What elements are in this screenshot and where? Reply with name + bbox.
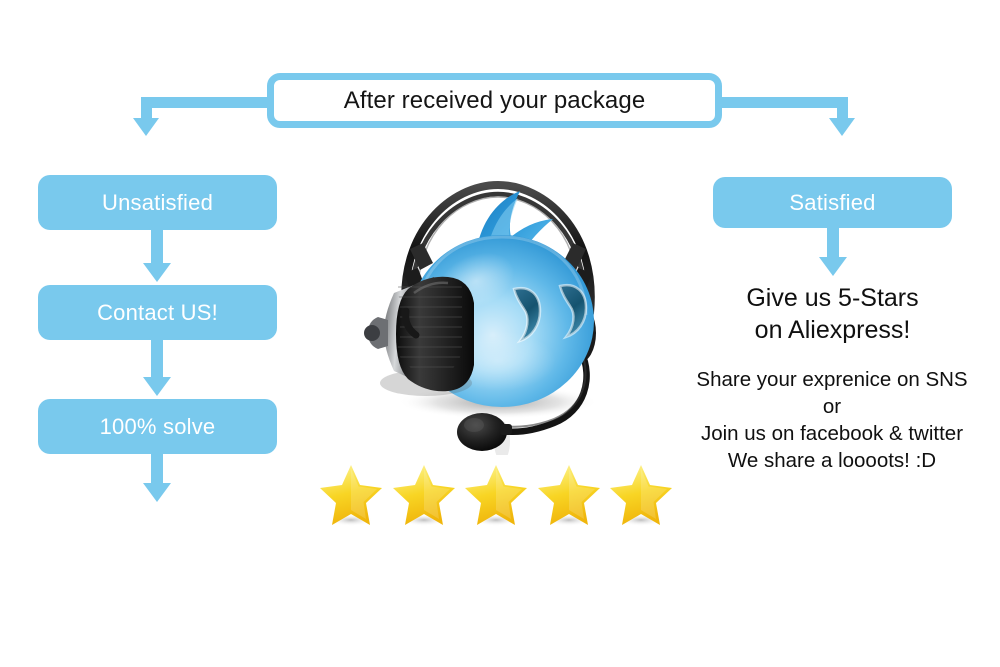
arrow-shaft: [827, 228, 839, 257]
arrow-unsatisfied-to-contact: [143, 230, 171, 282]
star-icon: [465, 462, 527, 528]
arrow-shaft: [151, 230, 163, 263]
page-title: After received your package: [343, 86, 646, 114]
share-line-4: We share a loooots! :D: [727, 449, 937, 473]
arrow-down-icon: [829, 118, 855, 136]
star-icon: [537, 462, 600, 528]
arrow-down-icon: [143, 377, 171, 396]
step-label: 100% solve: [99, 413, 216, 439]
step-unsatisfied: Unsatisfied: [38, 175, 277, 230]
connector-horizontal-bar: [718, 97, 848, 108]
step-label: Satisfied: [789, 189, 876, 215]
headphone-earcup-left: [364, 276, 474, 396]
star-icon: [320, 462, 382, 528]
arrow-after-solve: [143, 454, 171, 502]
arrow-down-icon: [133, 118, 159, 136]
share-line-1: Share your exprenice on SNS: [696, 368, 968, 391]
step-satisfied: Satisfied: [713, 177, 952, 228]
star-icon: [392, 462, 455, 528]
share-line-3: Join us on facebook & twitter: [700, 422, 964, 446]
cta-line-2: on Aliexpress!: [754, 316, 911, 344]
step-label: Contact US!: [97, 299, 218, 325]
star-icon: [610, 462, 672, 528]
support-agent-mascot: [348, 165, 638, 461]
arrow-contact-to-solve: [143, 340, 171, 396]
share-line-2: or: [822, 395, 842, 419]
connector-horizontal-bar: [141, 97, 271, 108]
promo-graphic: After received your package Unsatisfied …: [0, 0, 1000, 667]
star-rating: [320, 462, 672, 532]
arrow-down-icon: [143, 263, 171, 282]
step-label: Unsatisfied: [101, 189, 214, 215]
call-to-action-text: Give us 5-Stars on Aliexpress!: [690, 282, 975, 346]
title-box: After received your package: [267, 73, 722, 128]
step-contact-us: Contact US!: [38, 285, 277, 340]
arrow-shaft: [151, 454, 163, 483]
connector-vertical-stem: [141, 97, 152, 119]
arrow-down-icon: [143, 483, 171, 502]
arrow-satisfied-to-cta: [819, 228, 847, 276]
step-100-percent-solve: 100% solve: [38, 399, 277, 454]
arrow-shaft: [151, 340, 163, 377]
connector-to-unsatisfied: [133, 97, 271, 147]
arrow-down-icon: [819, 257, 847, 276]
share-message-text: Share your exprenice on SNS or Join us o…: [672, 366, 992, 474]
connector-vertical-stem: [837, 97, 848, 119]
connector-to-satisfied: [718, 97, 855, 147]
cta-line-1: Give us 5-Stars: [746, 284, 919, 312]
